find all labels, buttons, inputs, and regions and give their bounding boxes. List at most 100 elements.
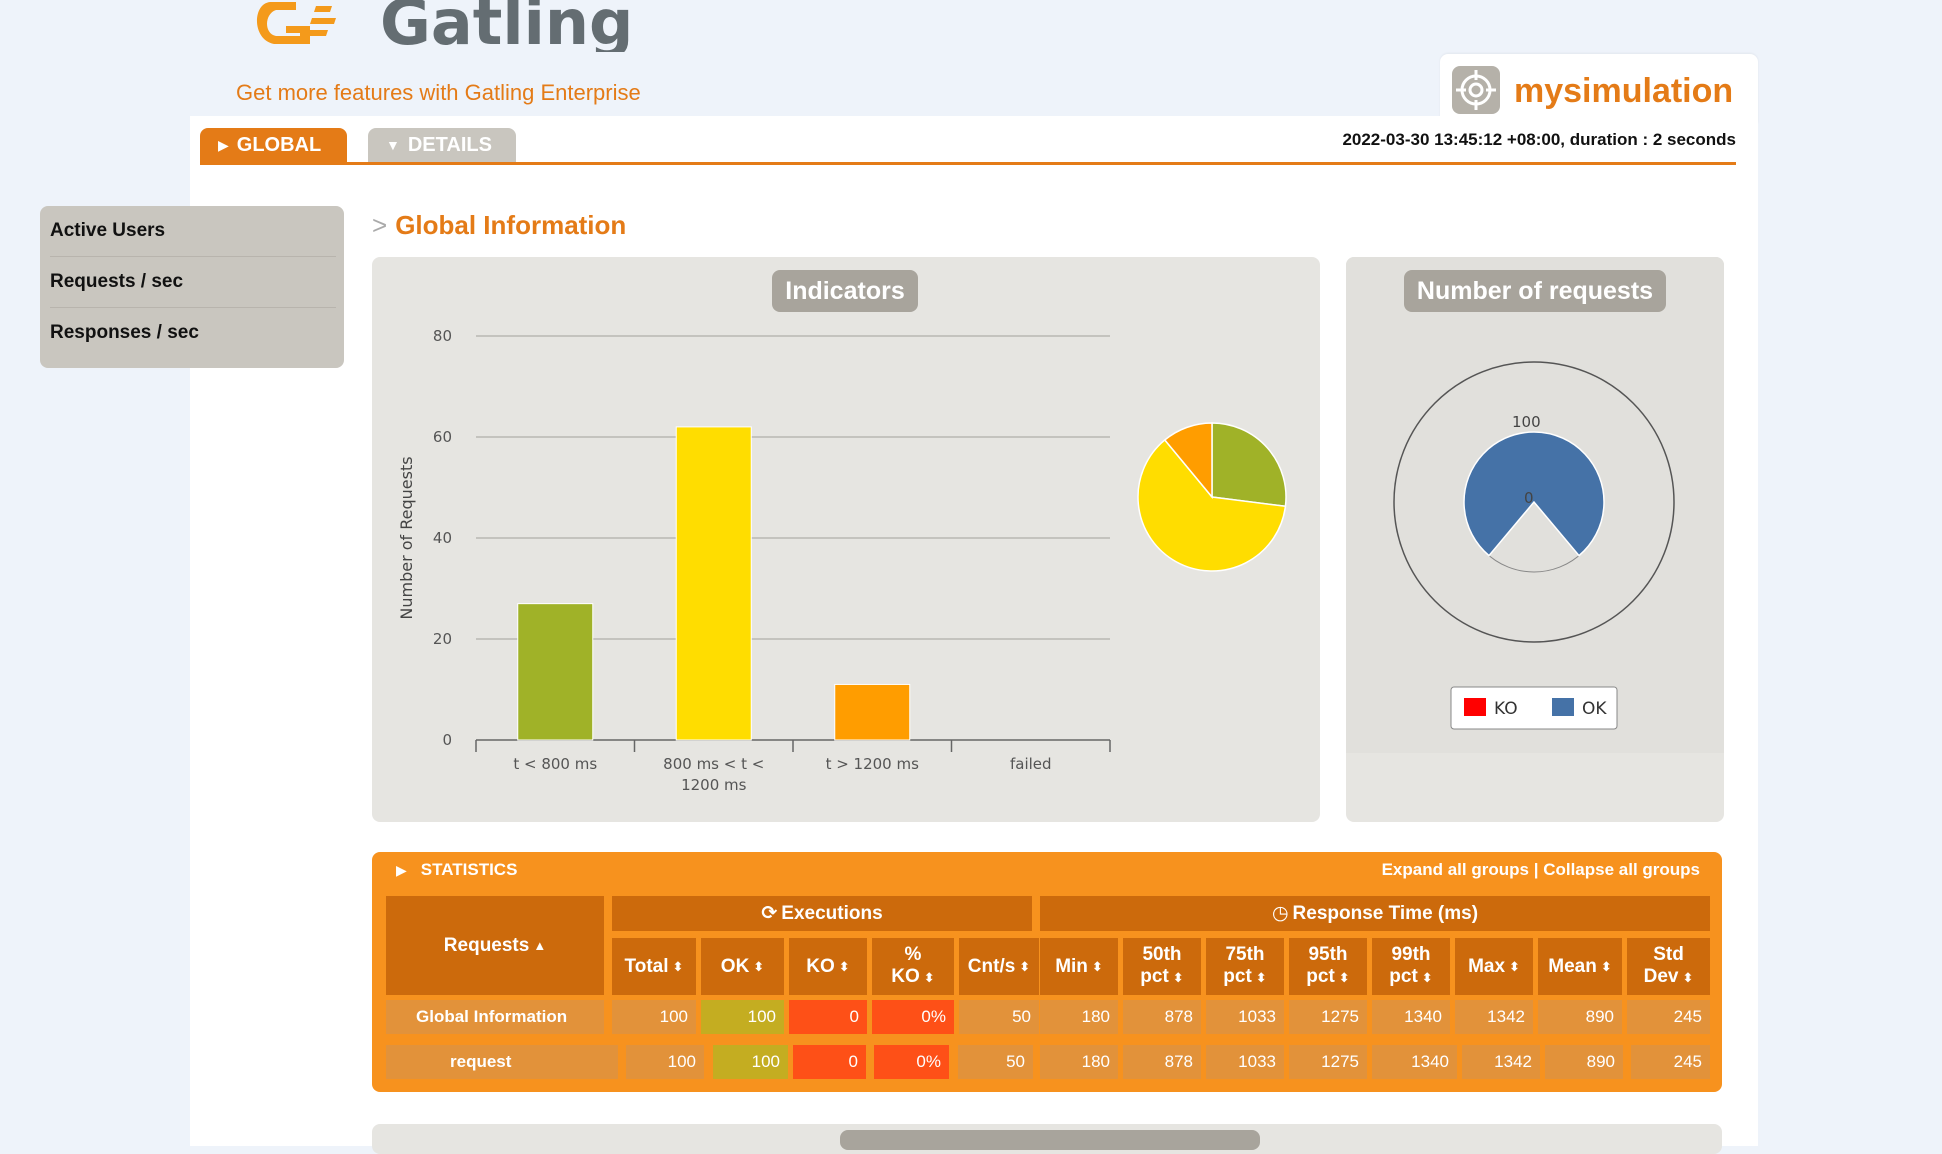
column-header-label: Total xyxy=(624,955,669,977)
gatling-logo: Gatling xyxy=(256,0,633,52)
cell-value: 890 xyxy=(1585,1007,1614,1026)
column-header-mean[interactable]: Mean ⬍ xyxy=(1538,938,1622,995)
polar-label-max: 100 xyxy=(1512,413,1541,431)
column-header-total[interactable]: Total ⬍ xyxy=(612,938,696,995)
column-header-label: 75th pct ⬍ xyxy=(1223,944,1267,987)
executions-icon: ⟳ xyxy=(761,902,778,924)
cell-value: 180 xyxy=(1081,1007,1110,1026)
column-header-label: KO xyxy=(806,955,835,977)
sort-icon: ⬍ xyxy=(1421,970,1433,985)
sidebar-item-requests-sec[interactable]: Requests / sec xyxy=(50,257,336,308)
column-header-max[interactable]: Max ⬍ xyxy=(1455,938,1533,995)
column-header-pct_ko[interactable]: % KO ⬍ xyxy=(872,938,954,995)
section-title: > Global Information xyxy=(372,210,626,241)
bar[interactable] xyxy=(517,603,594,741)
table-row-name[interactable]: request xyxy=(386,1045,618,1079)
sidebar-item-active-users[interactable]: Active Users xyxy=(50,206,336,257)
collapse-all-link[interactable]: Collapse all groups xyxy=(1543,860,1700,879)
cell-value: 245 xyxy=(1673,1007,1702,1026)
legend-item[interactable]: KO xyxy=(1494,699,1518,719)
sort-icon: ⬍ xyxy=(1172,970,1184,985)
tab-details[interactable]: ▼ DETAILS xyxy=(368,128,516,162)
y-tick-label: 0 xyxy=(442,731,452,749)
table-cell-cnt: 50 xyxy=(958,1045,1033,1079)
column-header-requests[interactable]: Requests ▲ xyxy=(386,896,604,995)
legend-swatch xyxy=(1464,698,1486,716)
cell-value: 1342 xyxy=(1494,1052,1532,1071)
column-header-ok[interactable]: OK ⬍ xyxy=(701,938,784,995)
request-name: request xyxy=(450,1052,512,1071)
column-header-ko[interactable]: KO ⬍ xyxy=(789,938,867,995)
cell-value: 1340 xyxy=(1404,1007,1442,1026)
sidebar-item-responses-sec[interactable]: Responses / sec xyxy=(50,308,336,358)
y-tick-label: 60 xyxy=(433,428,452,446)
column-header-p99[interactable]: 99th pct ⬍ xyxy=(1372,938,1450,995)
sort-icon: ⬍ xyxy=(923,970,935,985)
table-cell-p95: 1275 xyxy=(1289,1000,1367,1034)
cell-value: 890 xyxy=(1586,1052,1615,1071)
caret-right-icon: ▶ xyxy=(218,136,229,153)
cell-value: 0% xyxy=(921,1007,946,1026)
tab-global-label: GLOBAL xyxy=(236,133,322,156)
separator: | xyxy=(1533,860,1539,879)
x-tick-label: 1200 ms xyxy=(681,776,747,794)
cell-value: 878 xyxy=(1164,1052,1193,1071)
gatling-logo-mark xyxy=(256,2,336,44)
expand-all-link[interactable]: Expand all groups xyxy=(1382,860,1529,879)
x-tick-label: failed xyxy=(1010,755,1052,773)
pie-slice[interactable] xyxy=(1211,422,1287,508)
table-cell-mean: 890 xyxy=(1538,1000,1622,1034)
column-header-label: Std Dev ⬍ xyxy=(1643,944,1694,987)
sort-icon: ⬍ xyxy=(838,958,850,974)
table-cell-pct_ko: 0% xyxy=(872,1000,954,1034)
table-cell-total: 100 xyxy=(612,1000,696,1034)
column-header-label: Cnt/s xyxy=(967,955,1016,977)
table-cell-min: 180 xyxy=(1040,1045,1118,1079)
column-header-label: 50th pct ⬍ xyxy=(1140,944,1184,987)
simulation-target-icon xyxy=(1452,66,1500,114)
table-row-name[interactable]: Global Information xyxy=(386,1000,604,1034)
statistics-title: STATISTICS xyxy=(420,860,518,879)
table-cell-ko: 0 xyxy=(789,1000,867,1034)
column-header-label: Requests xyxy=(443,934,530,956)
sort-icon: ⬍ xyxy=(1509,958,1520,974)
column-header-min[interactable]: Min ⬍ xyxy=(1040,938,1118,995)
caret-down-icon: ▼ xyxy=(386,137,400,153)
group-header-label: Executions xyxy=(781,902,883,924)
sidebar-item-label: Responses / sec xyxy=(50,322,199,343)
cell-value: 100 xyxy=(659,1007,688,1026)
sort-icon: ⬍ xyxy=(1682,970,1694,985)
section-title-text: Global Information xyxy=(395,210,627,240)
column-header-label: % KO ⬍ xyxy=(891,944,935,987)
tab-global[interactable]: ▶ GLOBAL xyxy=(200,128,347,162)
table-cell-p99: 1340 xyxy=(1372,1045,1457,1079)
cell-value: 0% xyxy=(916,1052,941,1071)
column-header-label: OK xyxy=(720,955,750,977)
clock-icon: ◷ xyxy=(1271,902,1289,924)
cell-value: 50 xyxy=(1006,1052,1025,1071)
sidebar: Active Users Requests / sec Responses / … xyxy=(40,206,344,368)
bar[interactable] xyxy=(675,426,752,741)
run-info: 2022-03-30 13:45:12 +08:00, duration : 2… xyxy=(1342,130,1736,149)
x-tick-label: t > 1200 ms xyxy=(826,755,920,773)
column-header-p75[interactable]: 75th pct ⬍ xyxy=(1206,938,1284,995)
x-tick-label: 800 ms < t < xyxy=(663,755,764,773)
column-header-label: Min xyxy=(1055,955,1088,977)
statistics-toggle[interactable]: ▶ STATISTICS xyxy=(396,860,517,880)
column-header-p95[interactable]: 95th pct ⬍ xyxy=(1289,938,1367,995)
enterprise-link[interactable]: Get more features with Gatling Enterpris… xyxy=(236,80,641,106)
table-cell-p99: 1340 xyxy=(1372,1000,1450,1034)
sidebar-item-label: Active Users xyxy=(50,220,166,241)
legend-item[interactable]: OK xyxy=(1582,699,1607,719)
column-header-cnt[interactable]: Cnt/s ⬍ xyxy=(959,938,1039,995)
requests-chart: 100 0 KO OK xyxy=(1393,361,1675,730)
column-header-std[interactable]: Std Dev ⬍ xyxy=(1627,938,1710,995)
requests-card-inner: Number of requests 100 0 KO OK xyxy=(1346,257,1724,753)
table-cell-mean: 890 xyxy=(1545,1045,1623,1079)
sort-icon: ⬍ xyxy=(1600,958,1612,974)
bar[interactable] xyxy=(834,683,911,741)
cell-value: 50 xyxy=(1012,1007,1031,1026)
polar-slice-ok[interactable] xyxy=(1463,431,1605,557)
table-cell-p95: 1275 xyxy=(1289,1045,1367,1079)
column-header-p50[interactable]: 50th pct ⬍ xyxy=(1123,938,1201,995)
